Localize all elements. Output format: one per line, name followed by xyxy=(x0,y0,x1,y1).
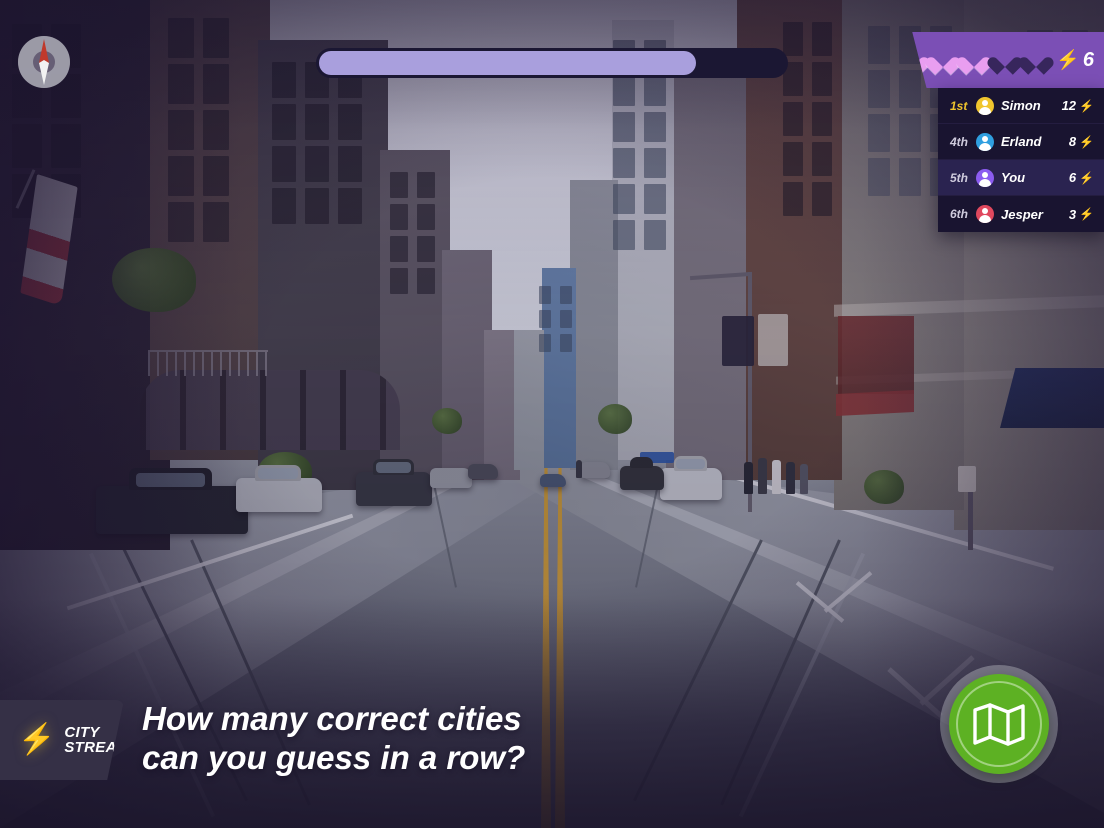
brand-logo: ⚡ CITY STREAKS xyxy=(0,700,124,780)
tagline: How many correct cities can you guess in… xyxy=(142,700,762,778)
rank-label: 4th xyxy=(950,134,968,149)
avatar-icon xyxy=(976,205,994,223)
heart-icon-full xyxy=(963,50,985,70)
lightning-bolt-icon: ⚡ xyxy=(18,723,56,756)
lightning-bolt-icon: ⚡ xyxy=(1056,49,1080,71)
map-icon xyxy=(973,703,1025,746)
player-name: Simon xyxy=(1001,98,1041,113)
leaderboard-row[interactable]: 4th Erland 8 ⚡ xyxy=(938,124,1104,160)
leaderboard-row[interactable]: 6th Jesper 3 ⚡ xyxy=(938,196,1104,232)
avatar-icon xyxy=(976,132,994,151)
player-name: Erland xyxy=(1001,134,1042,149)
streak-value: 6 xyxy=(1082,48,1094,71)
lightning-bolt-icon: ⚡ xyxy=(1079,134,1094,149)
rank-label: 1st xyxy=(950,98,968,113)
lightning-bolt-icon: ⚡ xyxy=(1079,207,1094,221)
player-name: Jesper xyxy=(1001,206,1043,222)
lightning-bolt-icon: ⚡ xyxy=(1079,170,1094,185)
tagline-line-1: How many correct cities xyxy=(142,700,522,737)
tagline-line-2: can you guess in a row? xyxy=(142,738,526,776)
round-progress-fill xyxy=(319,51,697,75)
compass-icon[interactable] xyxy=(18,36,70,88)
leaderboard-row[interactable]: 1st Simon 12 ⚡ xyxy=(938,88,1104,124)
avatar-icon xyxy=(976,96,994,115)
player-name: You xyxy=(1001,170,1026,185)
player-score: 6 xyxy=(1068,170,1077,185)
streak-counter: ⚡ 6 xyxy=(1056,49,1094,72)
game-screen: ⚡ 6 1st Simon 12 ⚡ 4th Erland 8 ⚡ 5th Yo… xyxy=(0,0,1104,828)
open-map-button-face xyxy=(949,674,1049,774)
heart-icon-full xyxy=(932,50,954,70)
player-score: 3 xyxy=(1068,206,1077,222)
compass-needle-icon xyxy=(18,36,70,88)
leaderboard[interactable]: 1st Simon 12 ⚡ 4th Erland 8 ⚡ 5th You 6 … xyxy=(938,88,1104,232)
avatar-icon xyxy=(976,168,994,187)
player-score: 8 xyxy=(1068,134,1077,149)
lightning-bolt-icon: ⚡ xyxy=(1079,98,1094,113)
player-score: 12 xyxy=(1061,98,1077,113)
lives-panel: ⚡ 6 xyxy=(912,32,1104,88)
rank-label: 5th xyxy=(950,170,968,185)
rank-label: 6th xyxy=(950,207,968,221)
heart-icon-empty xyxy=(994,50,1016,70)
open-map-button[interactable] xyxy=(940,665,1058,783)
heart-icon-empty xyxy=(1025,50,1047,70)
round-progress-bar xyxy=(316,48,788,78)
leaderboard-row-self[interactable]: 5th You 6 ⚡ xyxy=(938,160,1104,196)
